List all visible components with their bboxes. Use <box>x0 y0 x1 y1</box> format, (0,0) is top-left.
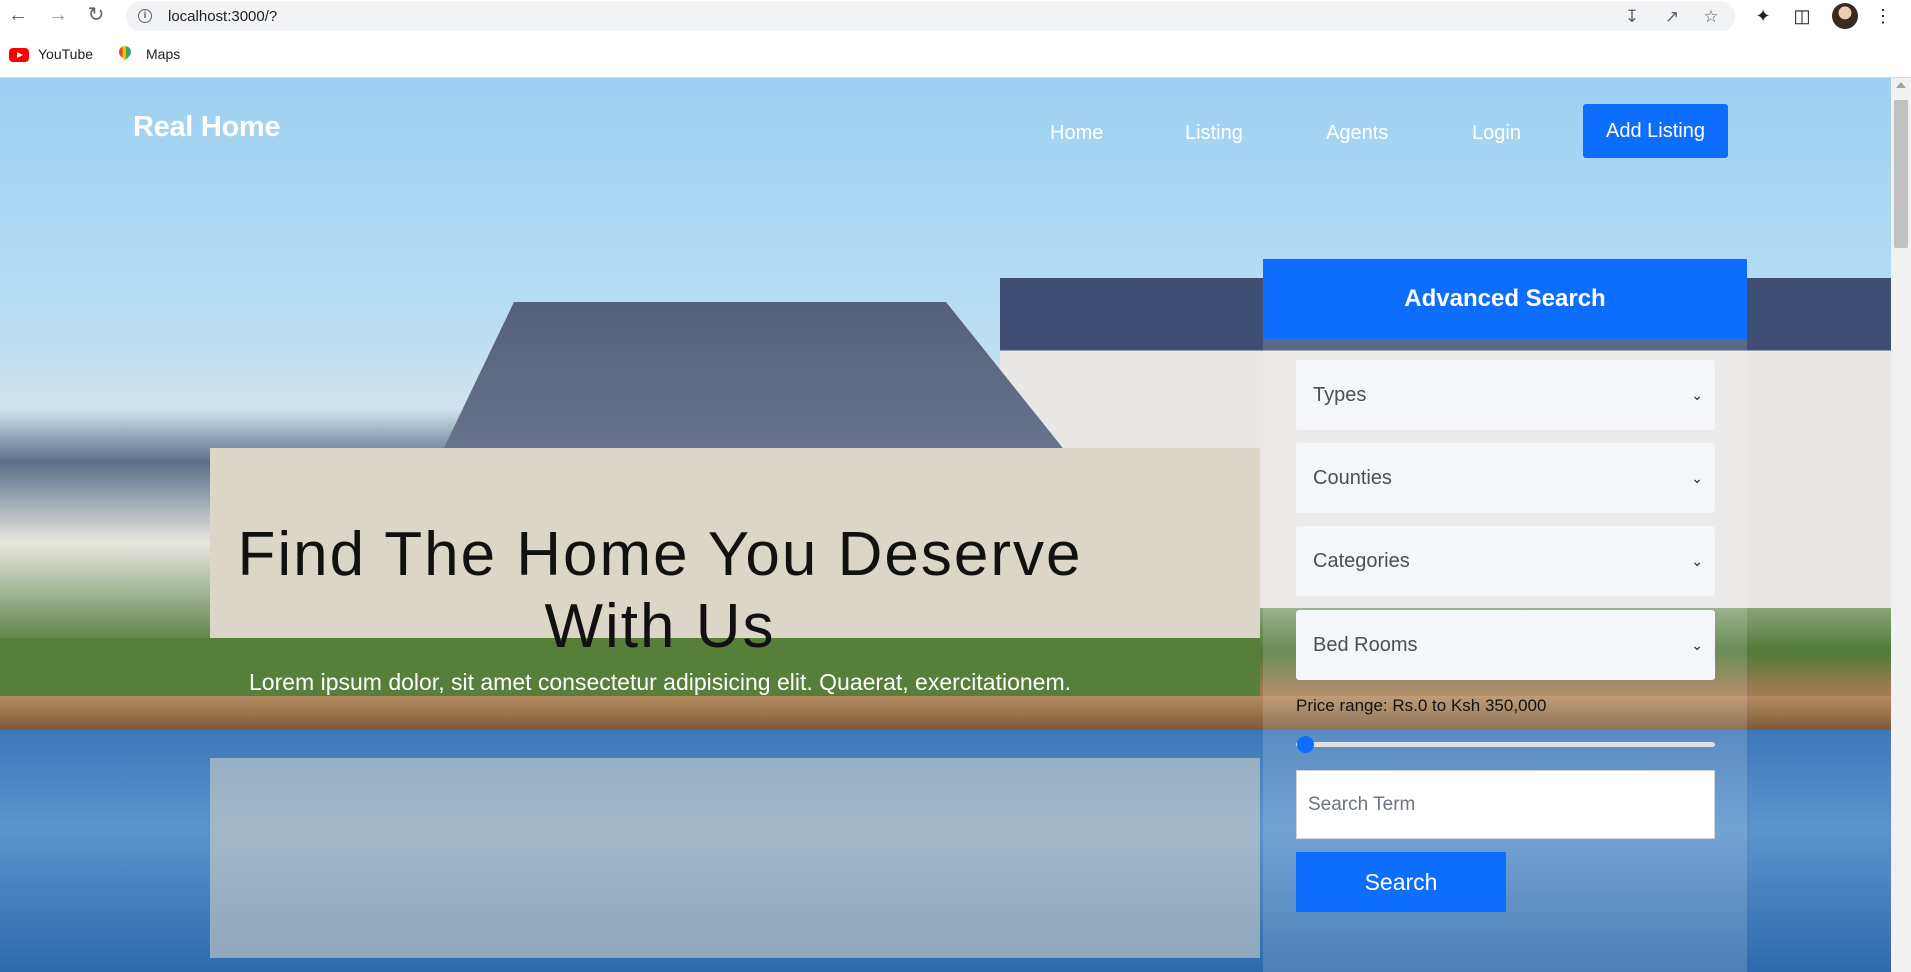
maps-icon <box>116 43 134 61</box>
forward-icon[interactable]: → <box>47 4 69 26</box>
types-select[interactable]: Types ⌄ <box>1296 360 1715 430</box>
scroll-up-arrow-icon[interactable] <box>1896 82 1906 88</box>
categories-select-value: Categories <box>1313 550 1410 572</box>
hero-subtitle: Lorem ipsum dolor, sit amet consectetur … <box>249 669 1071 695</box>
browser-toolbar: ← → ↻ i localhost:3000/? ↧ ↗ ☆ ✦ ◫ ⋮ <box>0 0 1911 32</box>
chevron-down-icon: ⌄ <box>1691 470 1703 486</box>
counties-select-value: Counties <box>1313 467 1392 489</box>
search-button[interactable]: Search <box>1296 852 1506 912</box>
chevron-down-icon: ⌄ <box>1691 637 1703 653</box>
nav-login[interactable]: Login <box>1472 122 1521 145</box>
price-range-label: Price range: Rs.0 to Ksh 350,000 <box>1296 696 1547 715</box>
bookmark-youtube[interactable]: YouTube <box>38 46 93 62</box>
price-range-slider[interactable] <box>1296 742 1715 747</box>
types-select-value: Types <box>1313 384 1367 406</box>
add-listing-button[interactable]: Add Listing <box>1583 104 1728 158</box>
url-text[interactable]: localhost:3000/? <box>168 8 277 25</box>
hero-headline: Find The Home You Deserve With Us <box>237 520 1083 661</box>
site-logo[interactable]: Real Home <box>133 111 280 144</box>
bookmark-star-icon[interactable]: ☆ <box>1701 7 1721 27</box>
categories-select[interactable]: Categories ⌄ <box>1296 526 1715 596</box>
share-icon[interactable]: ↗ <box>1662 7 1682 27</box>
nav-listing[interactable]: Listing <box>1185 122 1243 145</box>
advanced-search-panel: Advanced Search Types ⌄ Counties ⌄ Categ… <box>1263 259 1747 972</box>
nav-agents[interactable]: Agents <box>1326 122 1388 145</box>
price-range-slider-handle[interactable] <box>1297 736 1314 753</box>
page-viewport: Real Home Home Listing Agents Login Add … <box>0 78 1891 972</box>
bedrooms-select-value: Bed Rooms <box>1313 634 1418 656</box>
profile-avatar[interactable] <box>1832 3 1858 29</box>
youtube-icon <box>9 48 29 62</box>
install-app-icon[interactable]: ↧ <box>1622 7 1642 27</box>
menu-kebab-icon[interactable]: ⋮ <box>1872 5 1894 27</box>
advanced-search-title: Advanced Search <box>1263 259 1747 339</box>
chevron-down-icon: ⌄ <box>1691 387 1703 403</box>
extensions-icon[interactable]: ✦ <box>1752 5 1774 27</box>
bookmark-maps[interactable]: Maps <box>146 46 180 62</box>
reload-icon[interactable]: ↻ <box>85 4 107 26</box>
address-bar[interactable]: i localhost:3000/? ↧ ↗ ☆ <box>126 1 1735 32</box>
water-reflection <box>210 758 1260 958</box>
search-term-input[interactable] <box>1296 770 1715 839</box>
page-scrollbar[interactable] <box>1891 78 1911 972</box>
bookmarks-bar: YouTube Maps <box>0 31 1911 78</box>
site-info-icon[interactable]: i <box>138 9 152 23</box>
scrollbar-thumb[interactable] <box>1894 100 1908 248</box>
counties-select[interactable]: Counties ⌄ <box>1296 443 1715 513</box>
back-icon[interactable]: ← <box>7 4 29 26</box>
chevron-down-icon: ⌄ <box>1691 553 1703 569</box>
nav-home[interactable]: Home <box>1050 122 1103 145</box>
bedrooms-select[interactable]: Bed Rooms ⌄ <box>1296 610 1715 680</box>
side-panel-icon[interactable]: ◫ <box>1791 5 1813 27</box>
